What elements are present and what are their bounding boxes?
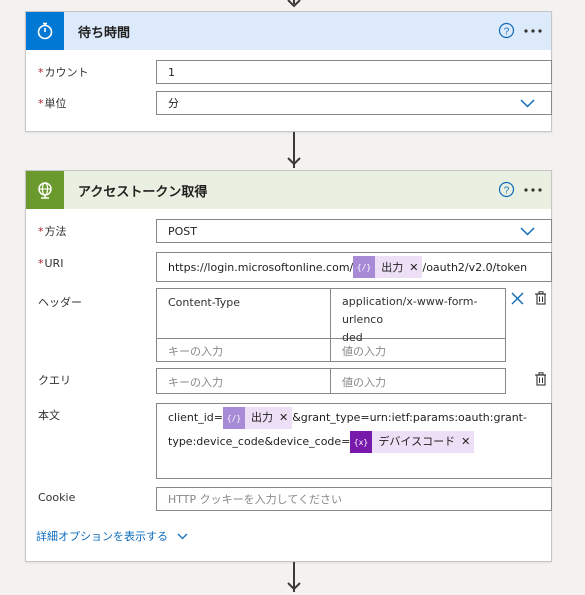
query-table: キーの入力 値の入力 [156,368,506,394]
headers-table: Content-Type application/x-www-form-urle… [156,288,506,362]
chevron-down-icon [520,227,535,236]
help-circle-icon[interactable]: ? [498,22,515,39]
http-card-header[interactable]: アクセストークン取得 ? [26,171,551,209]
body-label: 本文 [38,409,60,422]
globe-icon [26,171,64,209]
stopwatch-icon [26,12,64,50]
header-key-input[interactable]: Content-Type [157,289,331,339]
count-input[interactable]: 1 [156,60,552,84]
cookie-label: Cookie [38,491,76,504]
svg-text:{/}: {/} [227,414,241,423]
query-key-input[interactable]: キーの入力 [157,369,331,393]
connector-arrow-middle [284,132,304,170]
more-dots-icon[interactable] [523,29,543,33]
count-label: *カウント [38,66,89,79]
headers-label: ヘッダー [38,296,82,309]
delete-row-icon[interactable] [534,291,547,305]
header-value-placeholder[interactable]: 値の入力 [331,339,505,361]
unit-label: *単位 [38,97,67,110]
method-dropdown[interactable]: POST [156,219,552,243]
connector-arrow-bottom [284,562,304,594]
method-label: *方法 [38,225,67,238]
svg-text:?: ? [504,185,510,196]
cookie-input[interactable]: HTTP クッキーを入力してください [156,487,552,511]
clear-icon[interactable] [511,292,524,305]
more-dots-icon[interactable] [523,188,543,192]
header-value-input[interactable]: application/x-www-form-urlenco ded [331,289,505,344]
output-token[interactable]: {/} 出力 ✕ [222,406,293,430]
header-key-placeholder[interactable]: キーの入力 [157,339,331,361]
uri-label: *URI [38,257,64,270]
wait-action-card: 待ち時間 ? *カウント 1 *単位 分 [25,11,552,132]
remove-token-icon[interactable]: ✕ [461,430,474,454]
http-card-title: アクセストークン取得 [78,184,208,200]
body-input[interactable]: client_id= {/} 出力 ✕ &grant_type=urn:ietf… [156,403,552,479]
chevron-down-icon [177,533,188,539]
query-label: クエリ [38,374,71,387]
connector-arrow-top [284,0,304,11]
remove-token-icon[interactable]: ✕ [279,406,292,430]
device-code-token[interactable]: {x} デバイスコード ✕ [350,430,475,454]
expression-icon: {x} [350,431,373,453]
output-token[interactable]: {/} 出力 ✕ [353,256,423,278]
expression-icon: {/} [353,256,376,278]
remove-token-icon[interactable]: ✕ [409,261,422,274]
query-value-input[interactable]: 値の入力 [331,369,505,393]
http-action-card: アクセストークン取得 ? *方法 POST *URI https://login… [25,170,552,562]
svg-text:?: ? [504,26,510,37]
svg-text:{x}: {x} [354,438,368,447]
help-circle-icon[interactable]: ? [498,181,515,198]
delete-row-icon[interactable] [534,372,547,386]
show-advanced-options-link[interactable]: 詳細オプションを表示する [36,528,188,544]
chevron-down-icon [520,99,535,108]
expression-icon: {/} [222,407,245,429]
unit-dropdown[interactable]: 分 [156,91,552,115]
wait-card-header[interactable]: 待ち時間 ? [26,12,551,50]
svg-text:{/}: {/} [357,263,371,272]
uri-input[interactable]: https://login.microsoftonline.com/ {/} 出… [156,252,552,282]
wait-card-title: 待ち時間 [78,25,131,41]
